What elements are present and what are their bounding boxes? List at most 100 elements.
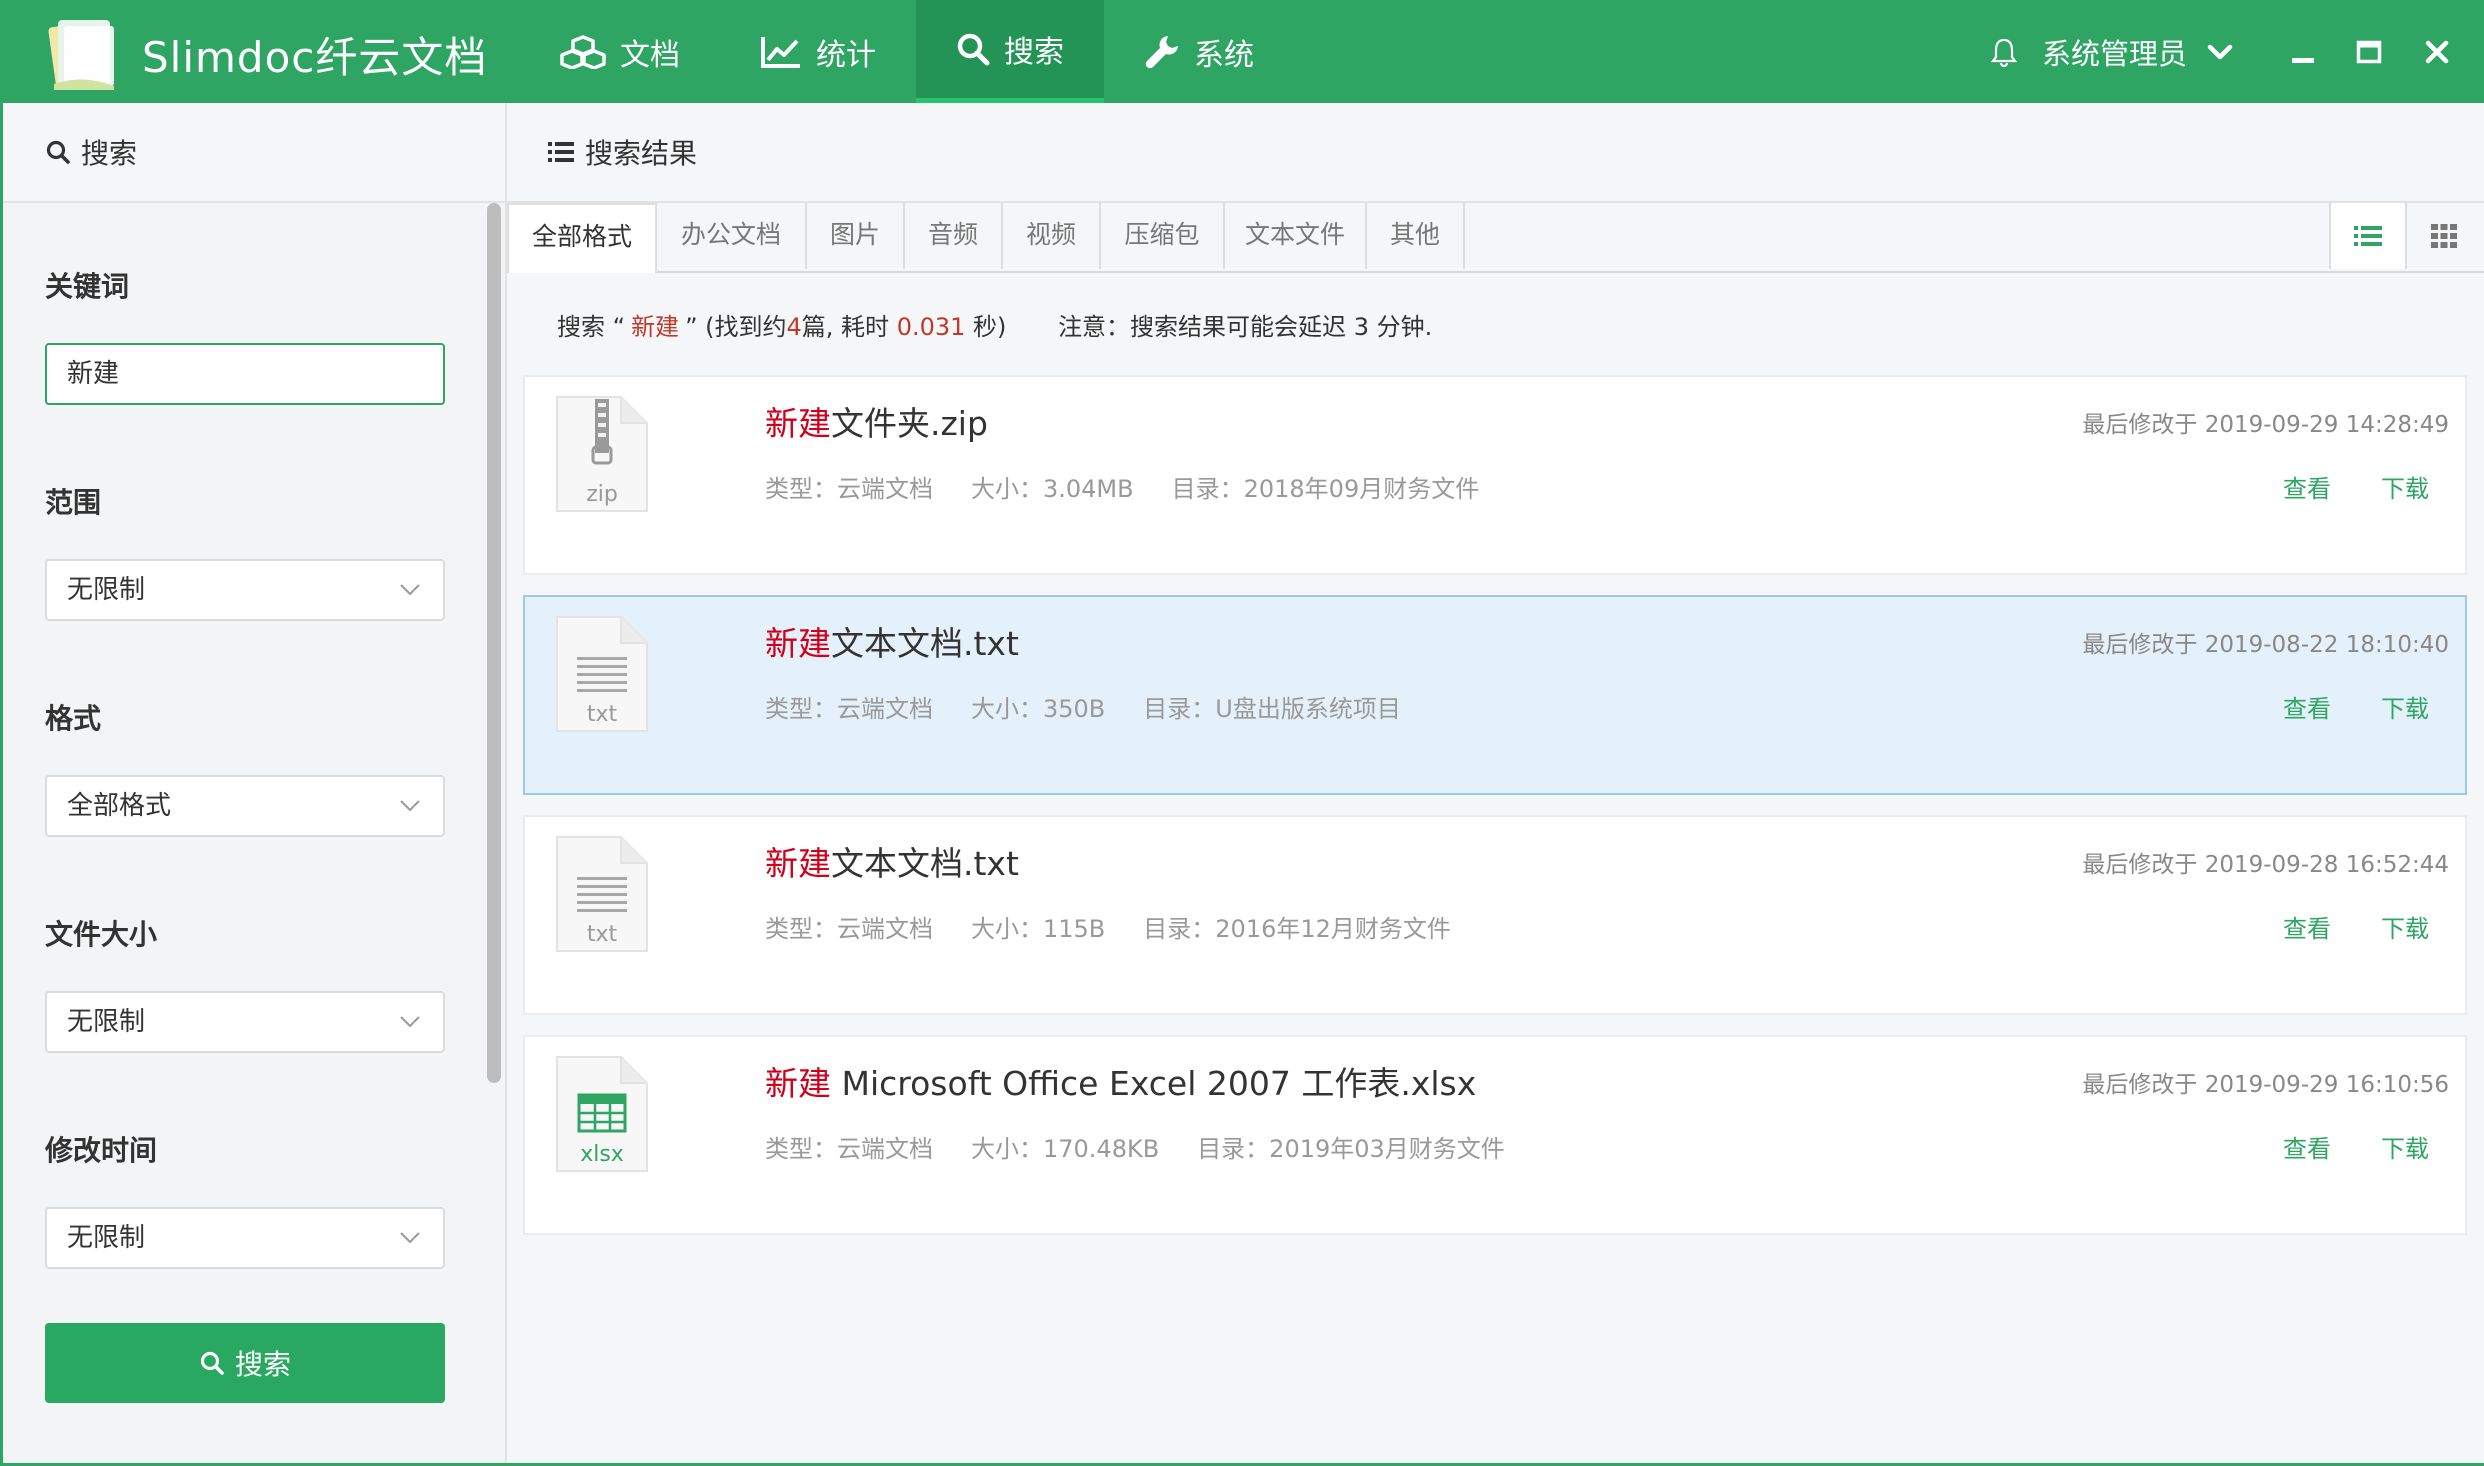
result-item[interactable]: zip 新建文件夹.zip 类型：云端文档 大小：3.04MB 目录：2018年09… <box>523 375 2467 575</box>
result-size: 大小：115B <box>971 915 1106 943</box>
view-link[interactable]: 查看 <box>2283 915 2331 943</box>
mtime-value: 无限制 <box>67 1223 146 1253</box>
summary-text: ” (找到约 <box>685 313 787 341</box>
view-link[interactable]: 查看 <box>2283 475 2331 503</box>
result-item[interactable]: txt 新建文本文档.txt 类型：云端文档 大小：115B 目录：2016年12月… <box>523 815 2467 1015</box>
nav-search[interactable]: 搜索 <box>916 0 1104 103</box>
size-value: 无限制 <box>67 1007 146 1037</box>
result-actions: 查看 下载 <box>2233 909 2429 944</box>
tab-audio[interactable]: 音频 <box>905 203 1003 269</box>
list-view-button[interactable] <box>2329 203 2405 269</box>
app-window: Slimdoc纤云文档 文档 统计 搜索 系统 系统管理员 搜索 关键词 新建 … <box>0 0 2484 1466</box>
result-meta: 类型：云端文档 大小：115B 目录：2016年12月财务文件 <box>765 909 1489 944</box>
results-header: 搜索结果 <box>507 103 2484 203</box>
minimize-button[interactable] <box>2290 0 2316 103</box>
result-actions: 查看 下载 <box>2233 1129 2429 1164</box>
result-type: 类型：云端文档 <box>765 475 933 503</box>
nav-search-label: 搜索 <box>1004 35 1064 70</box>
download-link[interactable]: 下载 <box>2381 1135 2429 1163</box>
nav-system-label: 系统 <box>1194 37 1254 73</box>
tab-video[interactable]: 视频 <box>1003 203 1101 269</box>
sidebar-title: 搜索 <box>81 137 138 170</box>
result-meta: 类型：云端文档 大小：170.48KB 目录：2019年03月财务文件 <box>765 1129 1543 1164</box>
file-ext-label: txt <box>587 702 618 727</box>
mtime-select[interactable]: 无限制 <box>45 1207 445 1269</box>
app-logo <box>48 20 114 90</box>
summary-text: 篇, 耗时 <box>801 313 890 341</box>
grid-view-icon <box>2431 224 2457 248</box>
search-button-label: 搜索 <box>234 1348 291 1381</box>
size-select[interactable]: 无限制 <box>45 991 445 1053</box>
view-link[interactable]: 查看 <box>2283 1135 2331 1163</box>
download-link[interactable]: 下载 <box>2381 695 2429 723</box>
scope-select[interactable]: 无限制 <box>45 559 445 621</box>
result-dir: 目录：2016年12月财务文件 <box>1143 915 1451 943</box>
title-rest: 文本文档.txt <box>831 844 1019 883</box>
nav-system[interactable]: 系统 <box>1104 0 1294 103</box>
list-view-icon <box>2354 226 2382 246</box>
format-value: 全部格式 <box>67 791 172 821</box>
result-title[interactable]: 新建 Microsoft Office Excel 2007 工作表.xlsx <box>765 1057 1476 1105</box>
close-icon <box>2425 40 2449 63</box>
user-menu[interactable]: 系统管理员 <box>1990 0 2233 103</box>
result-size: 大小：3.04MB <box>971 475 1134 503</box>
mtime-label: 修改时间 <box>45 1134 158 1167</box>
result-modified: 最后修改于 2019-09-28 16:52:44 <box>2082 852 2449 878</box>
sidebar-header: 搜索 <box>3 103 505 203</box>
nav-stats[interactable]: 统计 <box>720 0 916 103</box>
title-rest: 文件夹.zip <box>831 404 988 443</box>
wrench-icon <box>1145 35 1178 68</box>
search-button[interactable]: 搜索 <box>45 1323 445 1403</box>
chevron-down-icon[interactable] <box>2207 43 2233 61</box>
nav-docs-label: 文档 <box>620 37 680 73</box>
xlsx-file-icon: xlsx <box>556 1056 648 1172</box>
txt-file-icon: txt <box>556 616 648 732</box>
format-select[interactable]: 全部格式 <box>45 775 445 837</box>
scope-value: 无限制 <box>67 575 146 605</box>
summary-note: 注意：搜索结果可能会延迟 3 分钟. <box>1058 313 1433 341</box>
download-link[interactable]: 下载 <box>2381 915 2429 943</box>
result-actions: 查看 下载 <box>2233 689 2429 724</box>
tab-images[interactable]: 图片 <box>807 203 905 269</box>
keyword-input[interactable]: 新建 <box>45 343 445 405</box>
nav-docs[interactable]: 文档 <box>520 0 720 103</box>
result-item[interactable]: txt 新建文本文档.txt 类型：云端文档 大小：350B 目录：U盘出版系统项目… <box>523 595 2467 795</box>
title-highlight: 新建 <box>765 844 831 883</box>
summary-prefix: 搜索 “ <box>557 313 626 341</box>
result-meta: 类型：云端文档 大小：350B 目录：U盘出版系统项目 <box>765 689 1439 724</box>
main-nav: 文档 统计 搜索 系统 <box>520 0 1294 103</box>
results-title: 搜索结果 <box>585 137 698 170</box>
view-link[interactable]: 查看 <box>2283 695 2331 723</box>
title-highlight: 新建 <box>765 1064 831 1103</box>
result-item[interactable]: xlsx 新建 Microsoft Office Excel 2007 工作表.… <box>523 1035 2467 1235</box>
search-sidebar: 搜索 关键词 新建 范围 无限制 格式 全部格式 文件大小 无限制 修改时间 无… <box>3 103 507 1463</box>
title-highlight: 新建 <box>765 404 831 443</box>
maximize-button[interactable] <box>2356 0 2382 103</box>
result-modified: 最后修改于 2019-08-22 18:10:40 <box>2082 632 2449 658</box>
result-title[interactable]: 新建文本文档.txt <box>765 617 1019 665</box>
grid-view-button[interactable] <box>2405 203 2481 269</box>
chevron-down-icon <box>400 584 420 596</box>
cubes-icon <box>560 34 606 69</box>
brand-name: Slimdoc纤云文档 <box>142 33 488 82</box>
sidebar-scrollbar[interactable] <box>487 203 501 1083</box>
result-type: 类型：云端文档 <box>765 1135 933 1163</box>
result-title[interactable]: 新建文件夹.zip <box>765 397 988 445</box>
tab-office-docs[interactable]: 办公文档 <box>657 203 807 269</box>
summary-time: 0.031 <box>896 313 966 341</box>
scope-label: 范围 <box>45 486 102 519</box>
download-link[interactable]: 下载 <box>2381 475 2429 503</box>
tab-archives[interactable]: 压缩包 <box>1101 203 1225 269</box>
maximize-icon <box>2356 40 2382 63</box>
file-ext-label: txt <box>587 922 618 947</box>
txt-file-icon: txt <box>556 836 648 952</box>
tab-all-formats[interactable]: 全部格式 <box>507 203 657 273</box>
chevron-down-icon <box>400 1016 420 1028</box>
tab-text-files[interactable]: 文本文件 <box>1225 203 1367 269</box>
close-button[interactable] <box>2424 0 2450 103</box>
bell-icon[interactable] <box>1990 37 2018 67</box>
chevron-down-icon <box>400 800 420 812</box>
tab-other[interactable]: 其他 <box>1367 203 1465 269</box>
nav-stats-label: 统计 <box>816 37 876 73</box>
result-title[interactable]: 新建文本文档.txt <box>765 837 1019 885</box>
